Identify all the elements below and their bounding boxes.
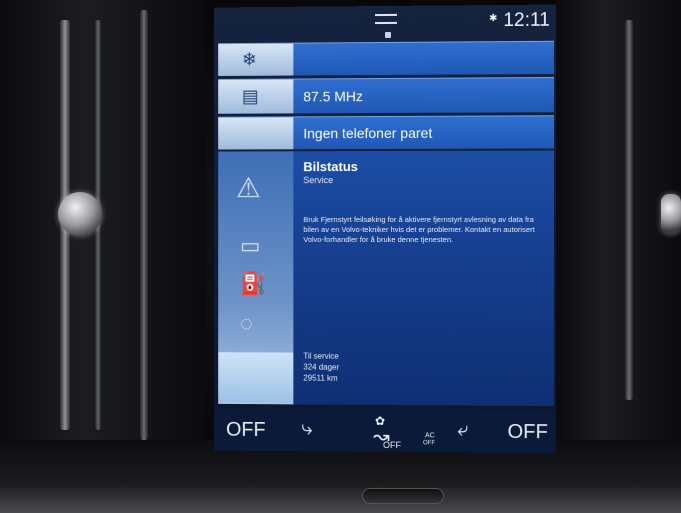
fan-off-label[interactable]: OFF <box>383 440 401 450</box>
phone-status: Ingen telefoner paret <box>303 124 433 142</box>
tile-thumb: ❄ <box>218 43 294 76</box>
vent-knob-right[interactable] <box>661 194 681 234</box>
climate-bar: OFF ⤷ ✿ ↝ OFF AC OFF ⤶ OFF <box>214 408 557 454</box>
clock: 12:11 <box>503 9 550 32</box>
service-days: 324 dager <box>303 362 340 372</box>
left-temp-button[interactable]: OFF <box>226 419 266 442</box>
service-km: 29511 km <box>303 373 338 383</box>
service-message: Bruk Fjernstyrt feilsøking for å aktiver… <box>303 214 535 245</box>
pull-down-handle[interactable] <box>375 13 397 25</box>
bluetooth-icon: ✱ <box>488 13 498 25</box>
car-status-card[interactable]: ⚠ ▭ ⛽ ◌ Bilstatus Service Bruk Fjernstyr… <box>218 150 555 407</box>
card-title: Bilstatus <box>303 159 358 175</box>
right-temp-button[interactable]: OFF <box>508 421 548 444</box>
tire-icon[interactable]: ◌ <box>240 311 253 337</box>
ac-off-label[interactable]: OFF <box>423 440 435 446</box>
fan-icon: ❄ <box>241 49 257 70</box>
right-seat-heat-icon[interactable]: ⤶ <box>457 419 468 442</box>
left-seat-heat-icon[interactable]: ⤷ <box>301 417 312 440</box>
radio-tile[interactable]: ▤ 87.5 MHz <box>218 77 555 114</box>
service-info: Til service 324 dager 29511 km <box>303 351 339 384</box>
status-bar: ✱ 12:11 <box>214 5 556 42</box>
tile-thumb: ▤ <box>218 79 294 114</box>
radio-icon: ▤ <box>241 86 259 107</box>
card-subtitle: Service <box>303 175 334 186</box>
center-display: ✱ 12:11 ❄ ▤ 87.5 MHz Ingen telefoner par… <box>214 4 557 454</box>
page-indicator <box>384 31 391 38</box>
infotainment-photo: ✱ 12:11 ❄ ▤ 87.5 MHz Ingen telefoner par… <box>0 0 681 513</box>
tile-thumb <box>218 117 294 150</box>
phone-tile[interactable]: Ingen telefoner paret <box>218 115 555 150</box>
car-icon[interactable]: ▭ <box>240 233 261 259</box>
home-button[interactable] <box>362 488 444 504</box>
right-air-vent <box>555 0 681 513</box>
status-sidebar: ⚠ ▭ ⛽ ◌ <box>218 151 294 405</box>
ac-label[interactable]: AC <box>425 432 435 439</box>
wrench-icon[interactable] <box>218 352 294 403</box>
service-label: Til service <box>303 351 339 361</box>
radio-frequency: 87.5 MHz <box>303 88 363 105</box>
vent-knob[interactable] <box>58 192 102 236</box>
fuel-icon[interactable]: ⛽ <box>240 271 267 297</box>
left-air-vent <box>0 0 205 513</box>
climate-tile[interactable]: ❄ <box>218 40 555 76</box>
warning-icon[interactable]: ⚠ <box>236 171 261 204</box>
